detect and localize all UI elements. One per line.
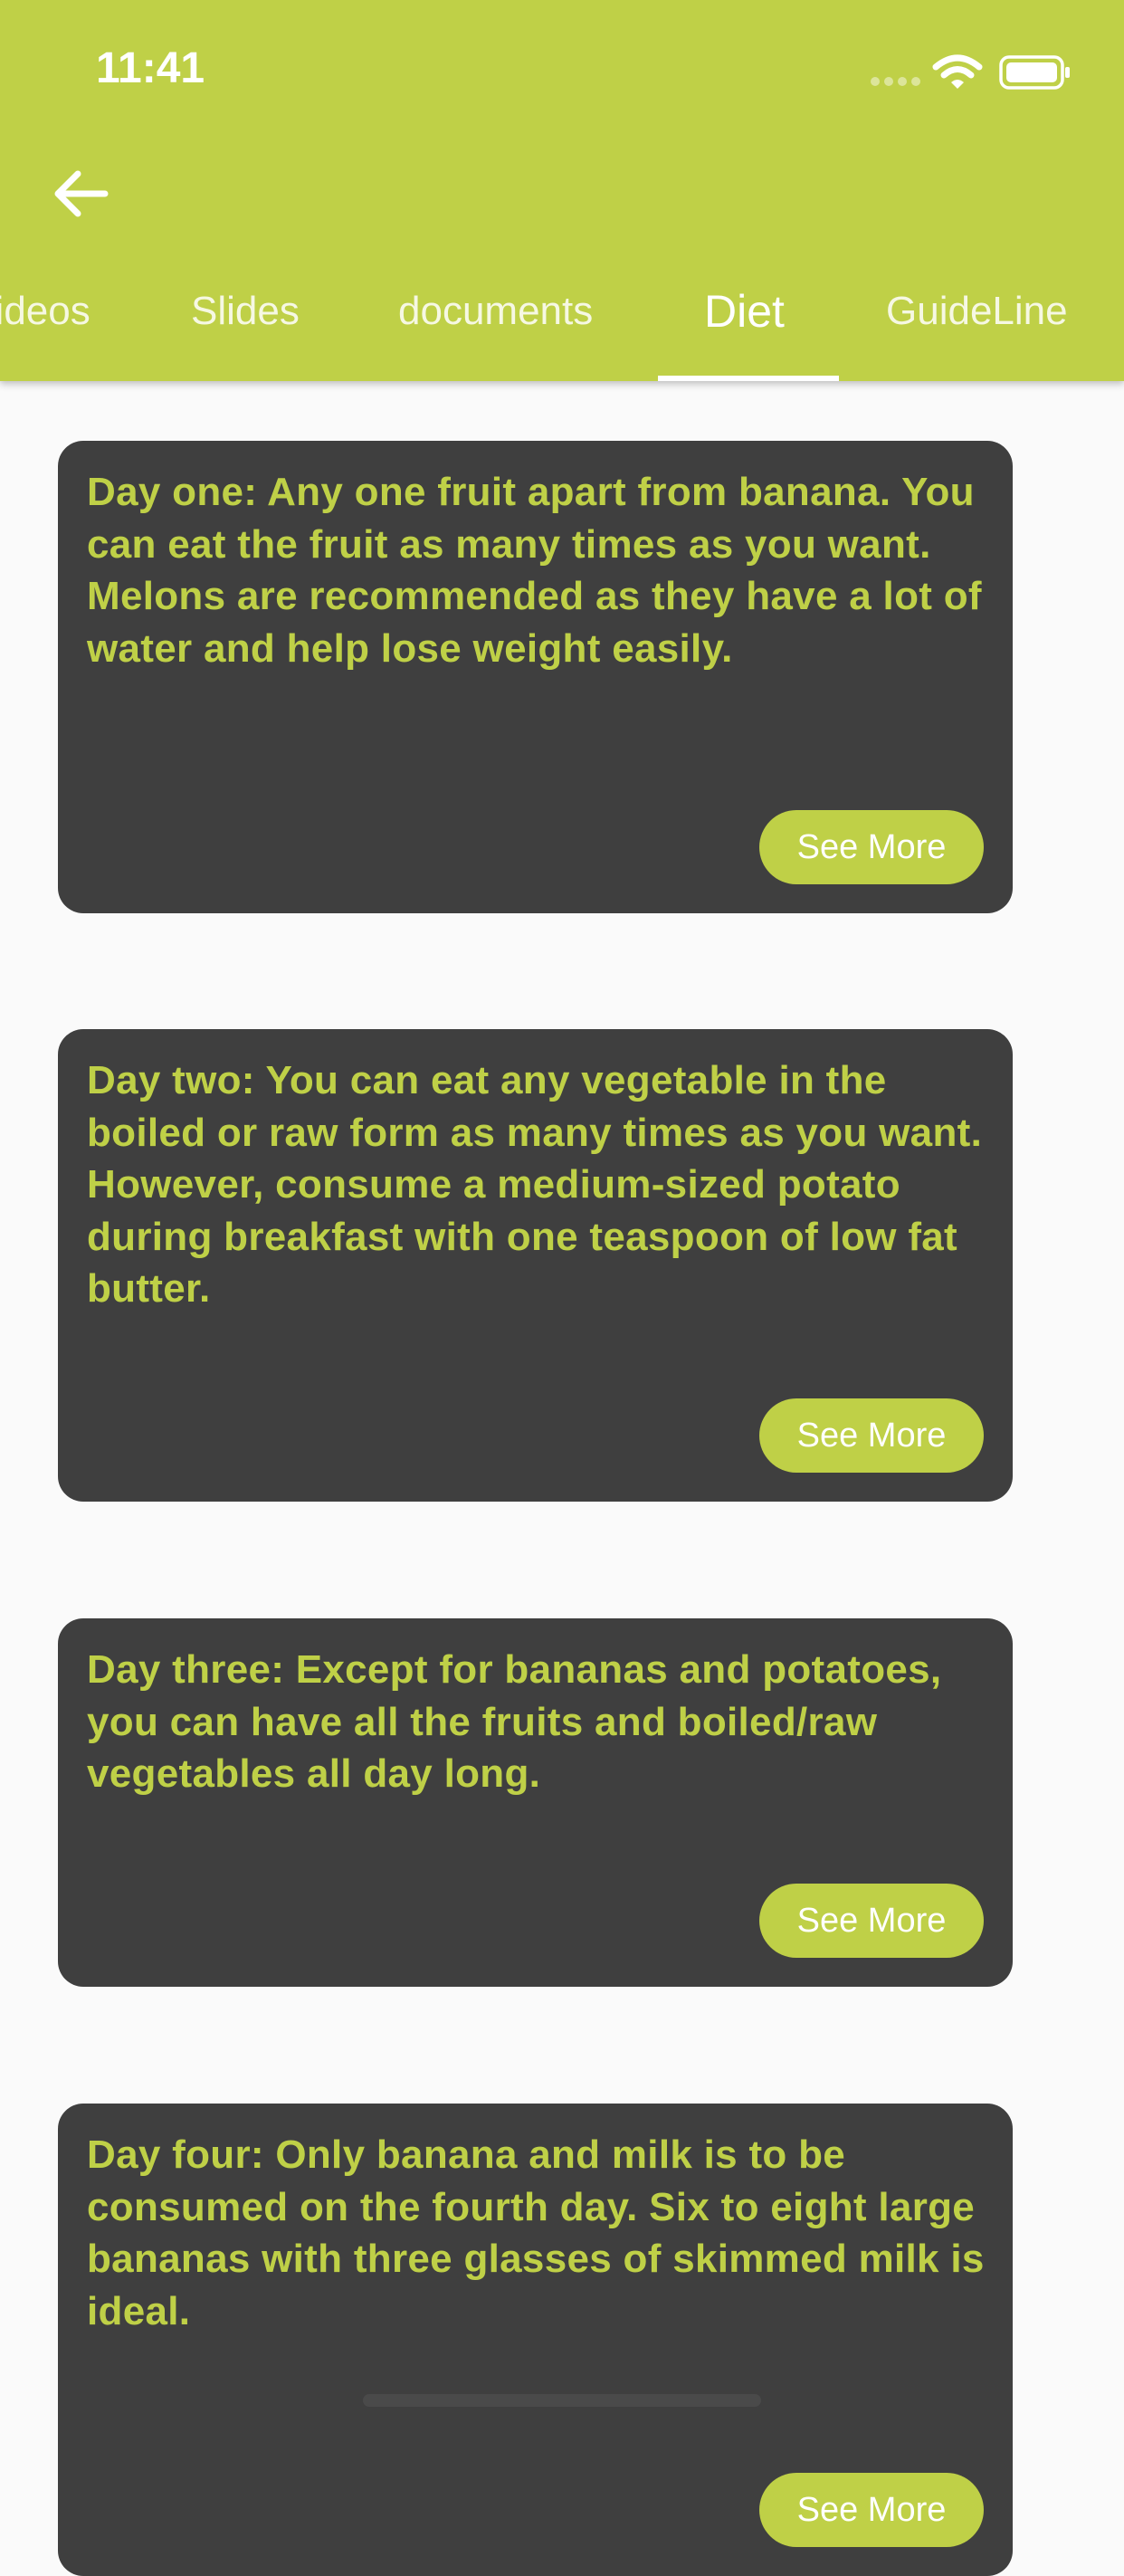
tab-diet[interactable]: Diet [704,272,785,381]
diet-card-day-three: Day three: Except for bananas and potato… [58,1618,1013,1987]
card-text: Day four: Only banana and milk is to be … [87,2132,985,2333]
see-more-button[interactable]: See More [759,810,984,884]
see-more-button[interactable]: See More [759,1398,984,1473]
status-time: 11:41 [96,44,205,92]
diet-card-day-four: Day four: Only banana and milk is to be … [58,2104,1013,2576]
diet-card-day-two: Day two: You can eat any vegetable in th… [58,1029,1013,1502]
diet-card-day-one: Day one: Any one fruit apart from banana… [58,441,1013,913]
card-text: Day two: You can eat any vegetable in th… [87,1058,983,1311]
tab-guideline[interactable]: GuideLine [886,272,1068,381]
back-arrow-icon[interactable] [52,168,110,219]
tab-documents[interactable]: documents [398,272,593,381]
tab-videos[interactable]: Videos [0,272,90,381]
signal-icon [871,77,920,86]
wifi-icon [932,54,983,89]
card-text: Day one: Any one fruit apart from banana… [87,470,982,671]
see-more-button[interactable]: See More [759,1884,984,1958]
see-more-button[interactable]: See More [759,2473,984,2547]
battery-icon [999,55,1070,90]
active-tab-indicator [658,376,839,381]
home-indicator[interactable] [363,2394,761,2407]
card-text: Day three: Except for bananas and potato… [87,1647,942,1796]
tab-bar: Videos Slides documents Diet GuideLine [0,272,1124,381]
tab-slides[interactable]: Slides [191,272,300,381]
app-bar: 11:41 Videos Slides documents Diet Guide… [0,0,1124,381]
